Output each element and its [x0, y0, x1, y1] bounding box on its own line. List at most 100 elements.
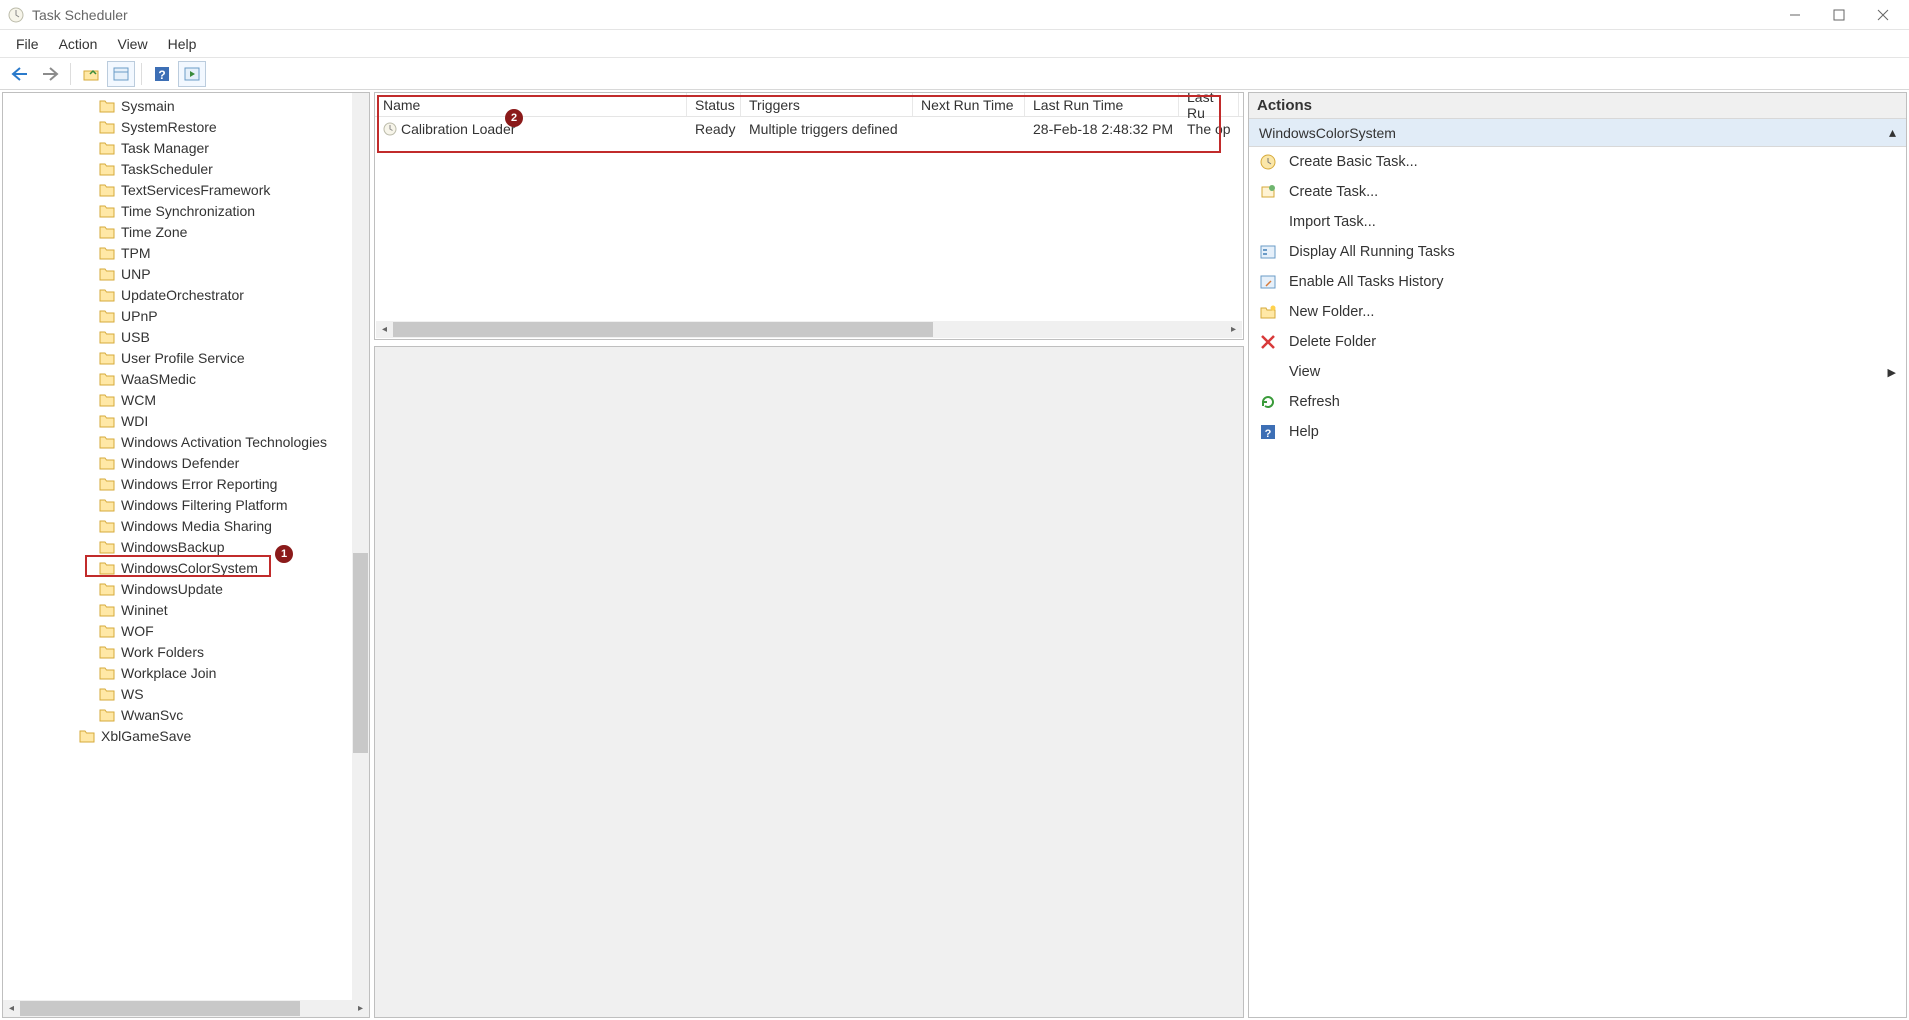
blank-icon: [1259, 213, 1277, 231]
menu-file[interactable]: File: [6, 32, 49, 56]
tree-item[interactable]: WwanSvc: [3, 704, 369, 725]
tree-item-label: UpdateOrchestrator: [121, 287, 244, 303]
tree-item[interactable]: Windows Error Reporting: [3, 473, 369, 494]
tree-item[interactable]: UPnP: [3, 305, 369, 326]
action-view[interactable]: View ▶: [1249, 357, 1906, 387]
folder-icon: [99, 351, 115, 365]
action-display-running[interactable]: Display All Running Tasks: [1249, 237, 1906, 267]
tree-item[interactable]: Windows Activation Technologies: [3, 431, 369, 452]
help-button[interactable]: ?: [148, 61, 176, 87]
tree-item[interactable]: Windows Filtering Platform: [3, 494, 369, 515]
tree-item[interactable]: WindowsBackup: [3, 536, 369, 557]
tree-item[interactable]: UNP: [3, 263, 369, 284]
task-last-run: 28-Feb-18 2:48:32 PM: [1025, 121, 1179, 137]
toolbar: ?: [0, 58, 1909, 90]
tree-item[interactable]: User Profile Service: [3, 347, 369, 368]
col-next-run[interactable]: Next Run Time: [913, 93, 1025, 116]
tree-item[interactable]: Workplace Join: [3, 662, 369, 683]
tree-item-label: Time Synchronization: [121, 203, 255, 219]
annotation-badge-1: 1: [275, 545, 293, 563]
actions-header: Actions: [1249, 93, 1906, 119]
forward-button[interactable]: [36, 61, 64, 87]
folder-icon: [99, 414, 115, 428]
tree-hscroll-thumb[interactable]: [20, 1001, 300, 1016]
folder-icon: [99, 498, 115, 512]
tree-item[interactable]: Windows Media Sharing: [3, 515, 369, 536]
annotation-badge-2: 2: [505, 109, 523, 127]
center-pane: Name Status Triggers Next Run Time Last …: [374, 92, 1244, 1018]
tree-item[interactable]: TextServicesFramework: [3, 179, 369, 200]
maximize-button[interactable]: [1829, 5, 1849, 25]
list-horizontal-scrollbar[interactable]: ◂ ▸: [376, 321, 1242, 338]
tree-item[interactable]: WOF: [3, 620, 369, 641]
tree-item[interactable]: WCM: [3, 389, 369, 410]
folder-icon: [99, 603, 115, 617]
tree-item[interactable]: Task Manager: [3, 137, 369, 158]
list-hscroll-right[interactable]: ▸: [1225, 321, 1242, 338]
tree-item[interactable]: WindowsUpdate: [3, 578, 369, 599]
tree-item[interactable]: WS: [3, 683, 369, 704]
tree-item[interactable]: Wininet: [3, 599, 369, 620]
list-hscroll-thumb[interactable]: [393, 322, 933, 337]
up-folder-button[interactable]: [77, 61, 105, 87]
col-last-run[interactable]: Last Run Time: [1025, 93, 1179, 116]
action-enable-history[interactable]: Enable All Tasks History: [1249, 267, 1906, 297]
task-detail-panel: [374, 346, 1244, 1018]
tree-item[interactable]: WindowsColorSystem: [3, 557, 369, 578]
run-button[interactable]: [178, 61, 206, 87]
tree-item[interactable]: USB: [3, 326, 369, 347]
list-hscroll-left[interactable]: ◂: [376, 321, 393, 338]
properties-button[interactable]: [107, 61, 135, 87]
action-create-task[interactable]: Create Task...: [1249, 177, 1906, 207]
tree-hscroll-right[interactable]: ▸: [352, 1000, 369, 1017]
running-tasks-icon: [1259, 243, 1277, 261]
minimize-button[interactable]: [1785, 5, 1805, 25]
back-button[interactable]: [6, 61, 34, 87]
task-triggers: Multiple triggers defined: [741, 121, 913, 137]
actions-context[interactable]: WindowsColorSystem ▴: [1249, 119, 1906, 147]
tree-item-label: WCM: [121, 392, 156, 408]
task-icon: [383, 122, 397, 136]
tree-item[interactable]: Time Zone: [3, 221, 369, 242]
tree-vertical-scrollbar[interactable]: [352, 93, 369, 1000]
action-create-basic-task[interactable]: Create Basic Task...: [1249, 147, 1906, 177]
folder-icon: [99, 267, 115, 281]
action-label: Display All Running Tasks: [1289, 244, 1455, 260]
tree-hscroll-left[interactable]: ◂: [3, 1000, 20, 1017]
action-help[interactable]: ? Help: [1249, 417, 1906, 447]
refresh-icon: [1259, 393, 1277, 411]
col-status[interactable]: Status: [687, 93, 741, 116]
tree-item-label: WS: [121, 686, 144, 702]
col-last-result[interactable]: Last Ru: [1179, 93, 1239, 116]
menu-help[interactable]: Help: [158, 32, 207, 56]
tree-vscroll-thumb[interactable]: [353, 553, 368, 753]
tree-scroll-area: SysmainSystemRestoreTask ManagerTaskSche…: [3, 93, 369, 1017]
folder-icon: [99, 162, 115, 176]
tree-item[interactable]: TaskScheduler: [3, 158, 369, 179]
tree-item[interactable]: TPM: [3, 242, 369, 263]
tree-item[interactable]: Time Synchronization: [3, 200, 369, 221]
tree-item[interactable]: WDI: [3, 410, 369, 431]
action-import-task[interactable]: Import Task...: [1249, 207, 1906, 237]
tree-item[interactable]: SystemRestore: [3, 116, 369, 137]
folder-icon: [99, 477, 115, 491]
tree-item[interactable]: XblGameSave: [3, 725, 369, 746]
clock-icon: [8, 7, 24, 23]
close-button[interactable]: [1873, 5, 1893, 25]
col-triggers[interactable]: Triggers: [741, 93, 913, 116]
menu-view[interactable]: View: [107, 32, 157, 56]
menu-action[interactable]: Action: [49, 32, 108, 56]
tree-item-label: WindowsBackup: [121, 539, 225, 555]
action-delete-folder[interactable]: Delete Folder: [1249, 327, 1906, 357]
tree-item-label: UPnP: [121, 308, 158, 324]
tree-item[interactable]: Sysmain: [3, 95, 369, 116]
help-icon: ?: [1259, 423, 1277, 441]
tree-item[interactable]: Work Folders: [3, 641, 369, 662]
tree-item[interactable]: Windows Defender: [3, 452, 369, 473]
tree-horizontal-scrollbar[interactable]: ◂ ▸: [3, 1000, 369, 1017]
col-name[interactable]: Name: [375, 93, 687, 116]
tree-item[interactable]: WaaSMedic: [3, 368, 369, 389]
action-refresh[interactable]: Refresh: [1249, 387, 1906, 417]
tree-item[interactable]: UpdateOrchestrator: [3, 284, 369, 305]
action-new-folder[interactable]: New Folder...: [1249, 297, 1906, 327]
